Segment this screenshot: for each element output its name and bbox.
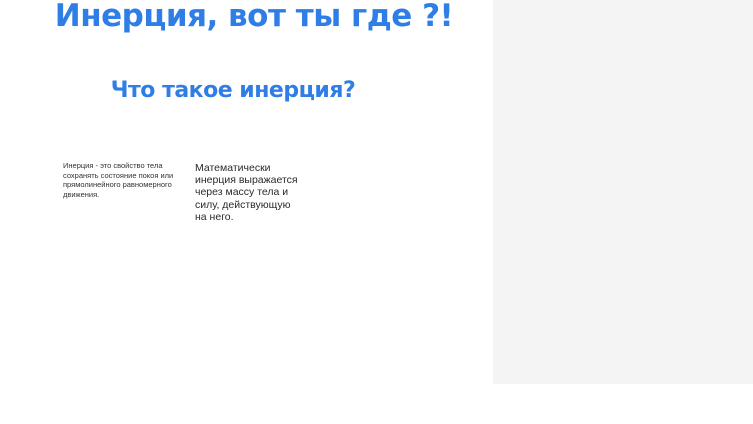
slide-subtitle: Что такое инерция? [110, 78, 356, 103]
slide-title: Инерция, вот ты где ?! [54, 0, 454, 34]
side-panel [493, 0, 753, 384]
definition-text: Инерция - это свойство тела сохранять со… [63, 161, 174, 199]
slide-canvas: Инерция, вот ты где ?! Что такое инерция… [0, 0, 753, 424]
math-description-text: Математически инерция выражается через м… [195, 162, 298, 223]
